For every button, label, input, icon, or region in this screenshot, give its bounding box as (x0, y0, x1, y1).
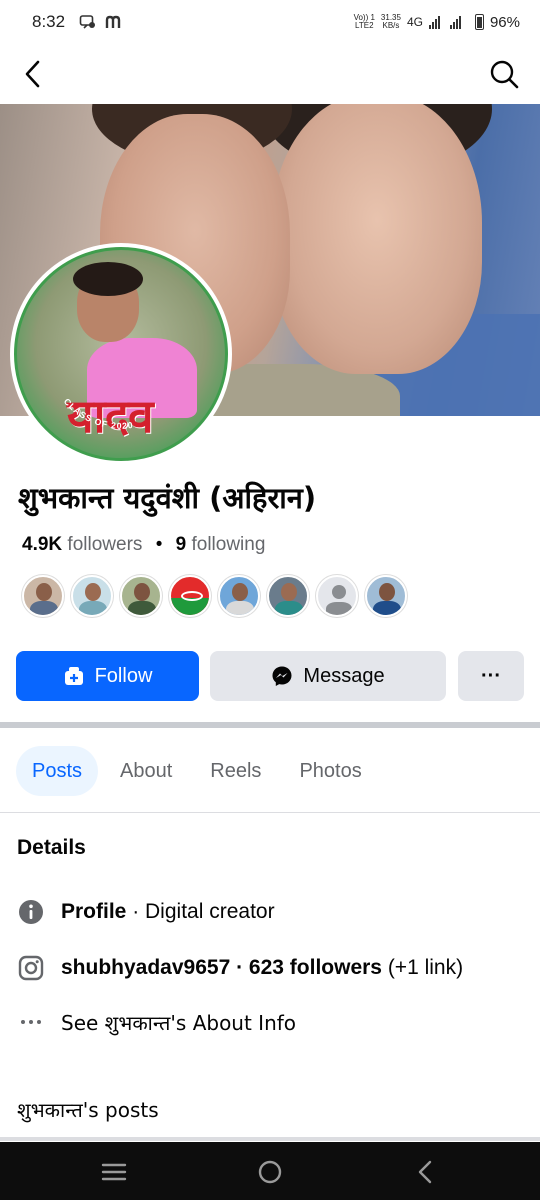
network-type: 4G (406, 15, 423, 29)
friend-avatar[interactable] (365, 575, 407, 617)
followers-label[interactable]: followers (67, 534, 142, 555)
more-options-button[interactable]: ··· (458, 651, 524, 701)
friend-avatar[interactable] (22, 575, 64, 617)
add-friend-icon (64, 667, 83, 685)
recent-apps-icon[interactable] (100, 1158, 128, 1186)
friend-avatar-placeholder[interactable] (316, 575, 358, 617)
system-back-icon[interactable] (412, 1158, 440, 1186)
extra-link-count[interactable]: (+1 link) (382, 956, 463, 980)
profile-name: शुभकान्त यदुवंशी (अहिरान) (18, 481, 317, 515)
back-arrow-icon[interactable] (18, 58, 50, 90)
following-label[interactable]: following (191, 534, 265, 555)
profile-label: Profile (61, 900, 127, 923)
mutual-friends-row[interactable] (22, 575, 407, 617)
tab-posts[interactable]: Posts (16, 746, 99, 796)
tab-reels[interactable]: Reels (194, 746, 277, 796)
instagram-icon (18, 955, 44, 981)
avatar-ring-text: CLASS OF 2020 (62, 396, 134, 431)
info-icon (19, 900, 43, 924)
friend-avatar[interactable] (120, 575, 162, 617)
separator-dot: • (155, 534, 163, 555)
instagram-handle[interactable]: shubhyadav9657 (61, 956, 230, 980)
volte-indicator: Vo)) 1 LTE2 (353, 13, 375, 30)
friend-avatar[interactable] (218, 575, 260, 617)
data-speed: 31.35 KB/s (380, 13, 401, 30)
home-icon[interactable] (256, 1158, 284, 1186)
tab-about[interactable]: About (104, 746, 188, 796)
m-app-icon (105, 15, 121, 28)
friend-avatar[interactable] (267, 575, 309, 617)
message-button[interactable]: Message (210, 651, 446, 701)
video-call-icon (79, 15, 96, 29)
message-label: Message (303, 664, 385, 687)
status-time: 8:32 (32, 12, 66, 31)
top-nav (0, 44, 540, 104)
signal-icon (428, 15, 440, 29)
friend-avatar[interactable] (169, 575, 211, 617)
follow-button[interactable]: Follow (16, 651, 199, 701)
signal-icon-2 (449, 15, 461, 29)
following-count[interactable]: 9 (176, 534, 187, 555)
battery-percent: 96% (489, 13, 520, 31)
see-about-info-link[interactable]: See शुभकान्त's About Info (61, 1009, 296, 1036)
instagram-followers: · 623 followers (230, 956, 382, 979)
battery-icon (474, 14, 484, 30)
section-divider (0, 722, 540, 728)
system-nav-bar (0, 1142, 540, 1200)
followers-count[interactable]: 4.9K (22, 534, 62, 555)
profile-actions: Follow Message ··· (16, 651, 524, 701)
search-icon[interactable] (488, 58, 520, 90)
posts-divider (0, 1137, 540, 1141)
messenger-icon (272, 666, 292, 686)
more-dots-icon: ··· (481, 664, 501, 687)
profile-avatar[interactable]: यादव CLASS OF 2020 (10, 243, 232, 465)
status-bar: 8:32 Vo)) 1 LTE2 31.35 KB/s 4G 96% (0, 0, 540, 44)
detail-profile-type: Profile · Digital creator (17, 898, 275, 926)
tabs-divider (0, 812, 540, 813)
detail-instagram[interactable]: shubhyadav9657 · 623 followers (+1 link) (17, 954, 463, 982)
posts-section-title: शुभकान्त's posts (17, 1098, 159, 1122)
details-heading: Details (17, 836, 86, 859)
profile-tabs: Posts About Reels Photos (16, 746, 378, 796)
friend-avatar[interactable] (71, 575, 113, 617)
status-left-icons (79, 14, 123, 30)
svg-text:CLASS OF 2020: CLASS OF 2020 (62, 396, 134, 431)
more-dots-icon (21, 1020, 41, 1024)
detail-see-about[interactable]: See शुभकान्त's About Info (17, 1008, 296, 1036)
status-right: Vo)) 1 LTE2 31.35 KB/s 4G 96% (354, 14, 520, 31)
follow-counts: 4.9K followers • 9 following (22, 534, 265, 556)
tab-photos[interactable]: Photos (283, 746, 377, 796)
follow-label: Follow (94, 664, 153, 687)
profile-category: · Digital creator (126, 900, 275, 923)
